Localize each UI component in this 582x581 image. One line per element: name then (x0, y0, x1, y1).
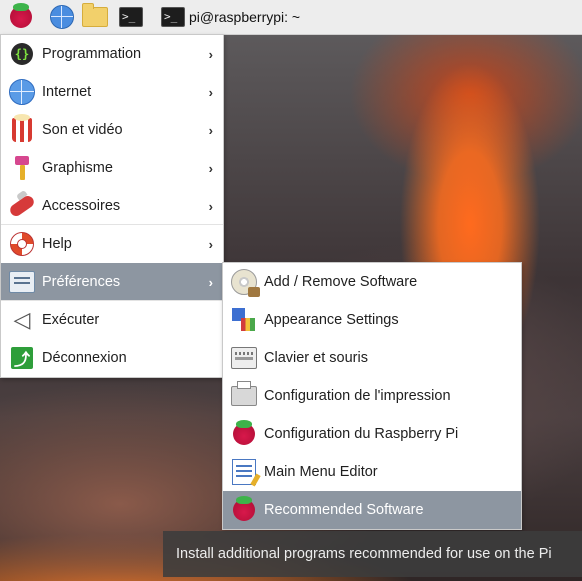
menu-item-programmation[interactable]: {} Programmation › (1, 35, 223, 73)
menu-item-label: Préférences (42, 274, 121, 290)
submenu-item-label: Add / Remove Software (264, 274, 418, 290)
menu-item-label: Déconnexion (42, 350, 127, 366)
chevron-right-icon: › (208, 274, 213, 290)
terminal-icon: >_ (119, 7, 143, 27)
tooltip: Install additional programs recommended … (163, 531, 582, 577)
submenu-item-recommended-software[interactable]: Recommended Software (223, 491, 521, 529)
application-menu-button[interactable] (6, 2, 36, 32)
chevron-right-icon: › (208, 46, 213, 62)
raspberry-pi-icon (233, 420, 255, 445)
chevron-right-icon: › (208, 198, 213, 214)
folder-icon (82, 3, 108, 27)
menu-item-label: Help (42, 236, 72, 252)
terminal-launcher[interactable]: >_ (117, 2, 145, 32)
chevron-right-icon: › (208, 160, 213, 176)
menu-item-label: Exécuter (42, 312, 100, 328)
terminal-icon: >_ (161, 7, 185, 27)
chevron-right-icon: › (208, 236, 213, 252)
tooltip-text: Install additional programs recommended … (176, 546, 552, 562)
programming-icon: {} (11, 43, 33, 65)
submenu-item-label: Recommended Software (264, 502, 424, 518)
submenu-item-add-remove-software[interactable]: Add / Remove Software (223, 263, 521, 301)
lifebuoy-icon (10, 232, 34, 256)
exit-icon: ⤴ (11, 347, 33, 369)
submenu-item-label: Configuration du Raspberry Pi (264, 426, 459, 442)
file-manager-launcher[interactable] (81, 2, 109, 32)
submenu-item-label: Clavier et souris (264, 350, 368, 366)
paper-plane-icon: ◁ (13, 307, 31, 332)
submenu-item-label: Configuration de l'impression (264, 388, 451, 404)
submenu-item-label: Appearance Settings (264, 312, 399, 328)
web-browser-launcher[interactable] (48, 2, 76, 32)
menu-item-deconnexion[interactable]: ⤴ Déconnexion (1, 339, 223, 377)
menu-item-accessoires[interactable]: Accessoires › (1, 187, 223, 225)
globe-icon (50, 5, 74, 29)
menu-item-label: Son et vidéo (42, 122, 123, 138)
menu-item-label: Graphisme (42, 160, 113, 176)
globe-icon (9, 79, 35, 105)
menu-item-preferences[interactable]: Préférences › (1, 263, 223, 301)
taskbar: >_ >_ pi@raspberrypi: ~ (0, 0, 582, 35)
menu-item-internet[interactable]: Internet › (1, 73, 223, 111)
window-title: pi@raspberrypi: ~ (189, 9, 301, 25)
paintbrush-icon (15, 156, 29, 180)
menu-item-label: Accessoires (42, 198, 121, 214)
main-menu: {} Programmation › Internet › Son et vid… (0, 34, 224, 378)
keyboard-mouse-icon (231, 347, 257, 369)
chevron-right-icon: › (208, 84, 213, 100)
pocket-knife-icon (7, 193, 37, 219)
menu-item-executer[interactable]: ◁ Exécuter (1, 301, 223, 339)
printer-icon (231, 381, 257, 406)
chevron-right-icon: › (208, 122, 213, 138)
raspberry-pi-icon (10, 3, 32, 28)
raspberry-pi-icon (233, 496, 255, 521)
submenu-item-configuration-raspberry-pi[interactable]: Configuration du Raspberry Pi (223, 415, 521, 453)
submenu-item-clavier-et-souris[interactable]: Clavier et souris (223, 339, 521, 377)
submenu-item-configuration-impression[interactable]: Configuration de l'impression (223, 377, 521, 415)
appearance-icon (232, 308, 256, 332)
submenu-item-label: Main Menu Editor (264, 464, 378, 480)
menu-editor-icon (232, 459, 256, 485)
preferences-icon (9, 271, 35, 293)
popcorn-icon (12, 114, 32, 142)
submenu-item-appearance-settings[interactable]: Appearance Settings (223, 301, 521, 339)
menu-item-help[interactable]: Help › (1, 225, 223, 263)
menu-item-son-et-video[interactable]: Son et vidéo › (1, 111, 223, 149)
taskbar-window-button[interactable]: >_ pi@raspberrypi: ~ (161, 2, 300, 32)
menu-item-graphisme[interactable]: Graphisme › (1, 149, 223, 187)
preferences-submenu: Add / Remove Software Appearance Setting… (222, 262, 522, 530)
menu-item-label: Programmation (42, 46, 142, 62)
submenu-item-main-menu-editor[interactable]: Main Menu Editor (223, 453, 521, 491)
software-cd-icon (231, 269, 260, 297)
menu-item-label: Internet (42, 84, 92, 100)
